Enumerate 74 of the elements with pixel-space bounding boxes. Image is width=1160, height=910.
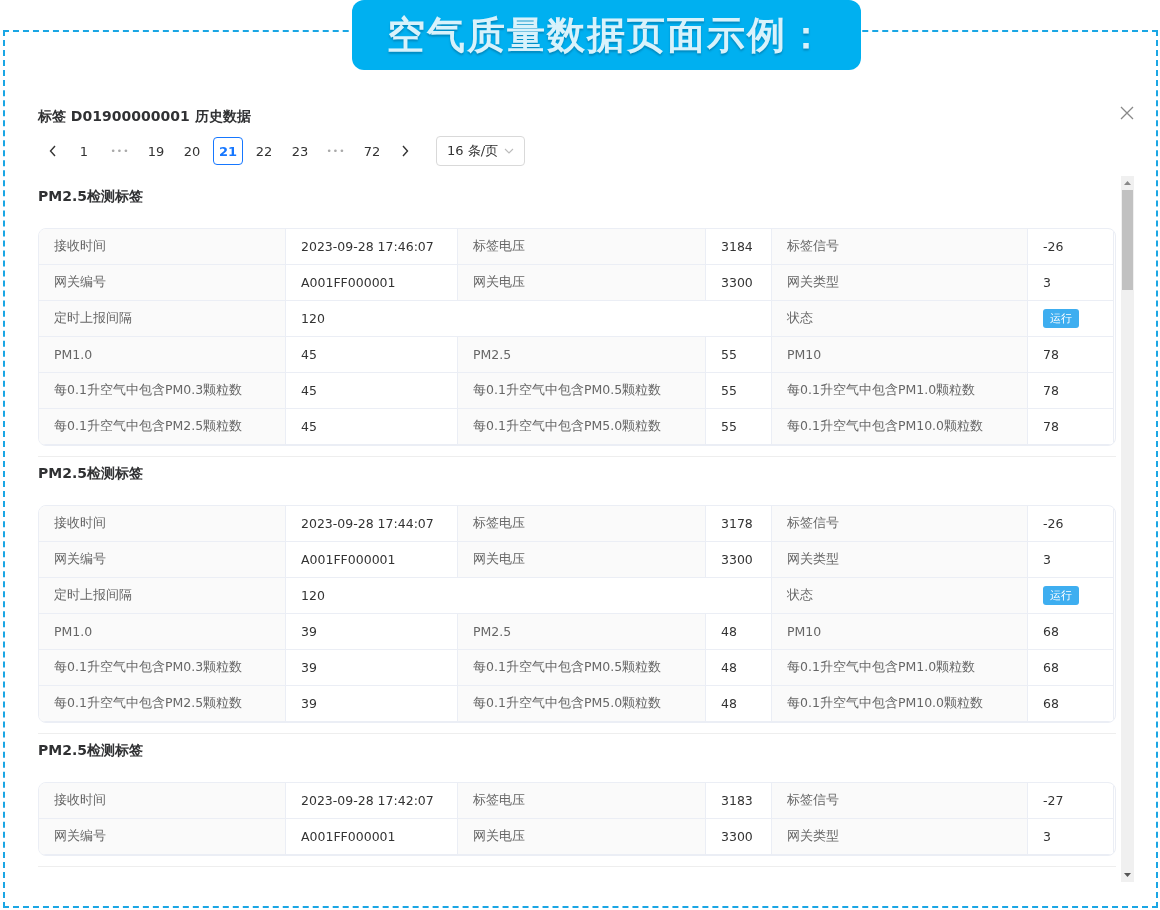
table-label-cell: 标签电压 xyxy=(458,783,706,819)
table-label-cell: 每0.1升空气中包含PM10.0颗粒数 xyxy=(772,686,1028,722)
table-label-cell: 标签信号 xyxy=(772,506,1028,542)
table-label-cell: PM10 xyxy=(772,614,1028,650)
table-label-cell: 状态 xyxy=(772,578,1028,614)
table-label-cell: 标签电压 xyxy=(458,506,706,542)
dialog-title: 标签 D01900000001 历史数据 xyxy=(38,108,251,126)
chevron-right-icon[interactable] xyxy=(401,145,409,157)
table-cell: 78 xyxy=(1028,409,1114,445)
table-label-cell: 每0.1升空气中包含PM0.5颗粒数 xyxy=(458,650,706,686)
table-cell: 68 xyxy=(1028,686,1114,722)
banner: 空气质量数据页面示例： xyxy=(352,0,861,70)
table-label-cell: PM1.0 xyxy=(39,337,286,373)
chevron-left-icon[interactable] xyxy=(49,145,57,157)
table-label-cell: 网关编号 xyxy=(39,819,286,855)
table-label-cell: PM1.0 xyxy=(39,614,286,650)
page-number[interactable]: 22 xyxy=(249,137,279,165)
table-label-cell: 网关电压 xyxy=(458,265,706,301)
table-label-cell: 每0.1升空气中包含PM1.0颗粒数 xyxy=(772,373,1028,409)
table-label-cell: 每0.1升空气中包含PM5.0颗粒数 xyxy=(458,686,706,722)
table-label-cell: 每0.1升空气中包含PM2.5颗粒数 xyxy=(39,686,286,722)
status-badge: 运行 xyxy=(1043,309,1079,328)
table-label-cell: PM2.5 xyxy=(458,337,706,373)
table-label-cell: 标签电压 xyxy=(458,229,706,265)
page-number[interactable]: 1 xyxy=(69,137,99,165)
table-label-cell: 网关类型 xyxy=(772,819,1028,855)
table-label-cell: 每0.1升空气中包含PM2.5颗粒数 xyxy=(39,409,286,445)
table-cell: 3 xyxy=(1028,819,1114,855)
page-number[interactable]: 72 xyxy=(357,137,387,165)
table-label-cell: 每0.1升空气中包含PM0.3颗粒数 xyxy=(39,373,286,409)
table-cell: 78 xyxy=(1028,337,1114,373)
scroll-up-icon[interactable] xyxy=(1124,181,1131,185)
table-label-cell: 标签信号 xyxy=(772,229,1028,265)
table-label-cell: 每0.1升空气中包含PM0.5颗粒数 xyxy=(458,373,706,409)
table-label-cell: 网关电压 xyxy=(458,542,706,578)
table-label-cell: 每0.1升空气中包含PM1.0颗粒数 xyxy=(772,650,1028,686)
table-cell: 68 xyxy=(1028,614,1114,650)
table-label-cell: 每0.1升空气中包含PM5.0颗粒数 xyxy=(458,409,706,445)
table-cell: -26 xyxy=(1028,506,1114,542)
table-label-cell: 状态 xyxy=(772,301,1028,337)
table-cell: -27 xyxy=(1028,783,1114,819)
page-number[interactable]: 21 xyxy=(213,137,243,165)
page-number[interactable]: 20 xyxy=(177,137,207,165)
table-cell: 3 xyxy=(1028,265,1114,301)
table-cell: -26 xyxy=(1028,229,1114,265)
section-title: PM2.5检测标签 xyxy=(38,188,144,206)
table-label-cell: 网关电压 xyxy=(458,819,706,855)
table-cell: 3 xyxy=(1028,542,1114,578)
chevron-down-icon xyxy=(504,148,515,154)
table-cell: 68 xyxy=(1028,650,1114,686)
table-label-cell: 网关类型 xyxy=(772,265,1028,301)
table-label-cell: PM10 xyxy=(772,337,1028,373)
table-label-cell: 接收时间 xyxy=(39,229,286,265)
table-label-cell: 网关编号 xyxy=(39,265,286,301)
table-label-cell: 网关编号 xyxy=(39,542,286,578)
close-icon[interactable] xyxy=(1120,106,1134,120)
status-badge: 运行 xyxy=(1043,586,1079,605)
scroll-thumb[interactable] xyxy=(1122,190,1133,290)
table-label-cell: 标签信号 xyxy=(772,783,1028,819)
table-label-cell: 每0.1升空气中包含PM0.3颗粒数 xyxy=(39,650,286,686)
table-label-cell: 每0.1升空气中包含PM10.0颗粒数 xyxy=(772,409,1028,445)
page-number[interactable]: 23 xyxy=(285,137,315,165)
section-title: PM2.5检测标签 xyxy=(38,465,144,483)
table-label-cell: 接收时间 xyxy=(39,783,286,819)
table-cell: 78 xyxy=(1028,373,1114,409)
table-label-cell: 接收时间 xyxy=(39,506,286,542)
scroll-down-icon[interactable] xyxy=(1124,873,1131,877)
table-label-cell: 定时上报间隔 xyxy=(39,578,286,614)
table-label-cell: 定时上报间隔 xyxy=(39,301,286,337)
section-title: PM2.5检测标签 xyxy=(38,742,144,760)
table-label-cell: PM2.5 xyxy=(458,614,706,650)
page-size-select[interactable]: 16 条/页 xyxy=(436,136,526,166)
table-label-cell: 网关类型 xyxy=(772,542,1028,578)
page-number[interactable]: 19 xyxy=(141,137,171,165)
